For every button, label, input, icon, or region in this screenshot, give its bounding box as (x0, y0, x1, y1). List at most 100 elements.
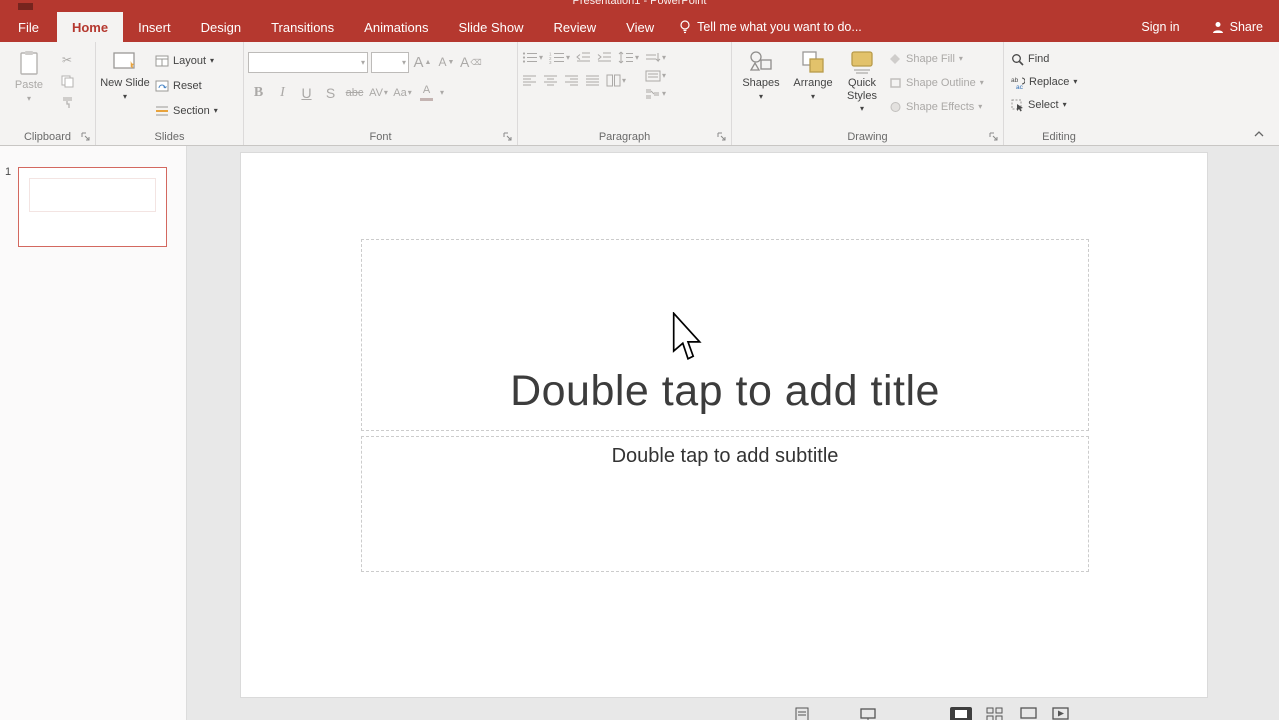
share-button[interactable]: Share (1196, 12, 1279, 42)
cut-button[interactable]: ✂ (57, 51, 77, 69)
tab-slide-show[interactable]: Slide Show (443, 12, 538, 42)
arrange-label: Arrange (793, 77, 832, 90)
numbering-button[interactable]: 123 ▾ (549, 51, 570, 64)
align-center-button[interactable] (543, 74, 558, 87)
replace-button[interactable]: abac Replace ▾ (1008, 72, 1110, 92)
format-painter-button[interactable] (57, 93, 77, 111)
select-button[interactable]: Select ▾ (1008, 95, 1110, 115)
paragraph-group-label: Paragraph (518, 131, 731, 143)
tab-view[interactable]: View (611, 12, 669, 42)
decrease-font-size-button[interactable]: A▼ (436, 51, 457, 73)
ribbon-group-drawing: Shapes ▾ Arrange ▾ Quick Styles ▾ Shape … (732, 42, 1004, 145)
sign-in-button[interactable]: Sign in (1125, 12, 1195, 42)
quick-styles-button[interactable]: Quick Styles ▾ (840, 47, 884, 117)
svg-text:ab: ab (1011, 77, 1019, 84)
tab-review[interactable]: Review (539, 12, 612, 42)
columns-button[interactable]: ▾ (606, 74, 626, 87)
text-shadow-button[interactable]: S (320, 82, 341, 104)
chevron-down-icon: ▾ (978, 103, 982, 111)
tab-file[interactable]: File (0, 12, 57, 42)
tab-animations[interactable]: Animations (349, 12, 443, 42)
shape-fill-label: Shape Fill (906, 53, 955, 65)
clipboard-group-label: Clipboard (0, 131, 95, 143)
font-size-combo[interactable]: ▾ (371, 52, 409, 73)
display-settings-button[interactable] (860, 707, 876, 720)
tab-insert[interactable]: Insert (123, 12, 186, 42)
font-group-label: Font (244, 131, 517, 143)
align-left-button[interactable] (522, 74, 537, 87)
font-color-swatch (420, 98, 433, 101)
underline-button[interactable]: U (296, 82, 317, 104)
chevron-down-icon: ▾ (214, 107, 218, 115)
chevron-down-icon: ▾ (1073, 78, 1077, 86)
arrange-button[interactable]: Arrange ▾ (788, 47, 838, 117)
reset-button[interactable]: Reset (152, 76, 221, 96)
slides-group-label: Slides (96, 131, 243, 143)
slide-show-button[interactable] (1052, 707, 1069, 720)
ribbon-group-font: ▾ ▾ A▲ A▼ A⌫ B I U S abc AV▾ Aa▾ A ▾ Fon… (244, 42, 518, 145)
increase-indent-button[interactable] (597, 51, 612, 64)
bold-button[interactable]: B (248, 82, 269, 104)
shape-effects-label: Shape Effects (906, 101, 974, 113)
normal-view-button[interactable] (950, 707, 972, 720)
chevron-down-icon: ▾ (1063, 101, 1067, 109)
decrease-indent-button[interactable] (576, 51, 591, 64)
ribbon-group-clipboard: Paste ▾ ✂ Clipboard (0, 42, 96, 145)
font-color-button[interactable]: A (416, 82, 437, 104)
title-placeholder-text: Double tap to add title (510, 367, 940, 416)
reading-view-button[interactable] (1020, 707, 1037, 720)
shapes-button[interactable]: Shapes ▾ (736, 47, 786, 117)
section-label: Section (173, 105, 210, 117)
section-button[interactable]: Section ▾ (152, 101, 221, 121)
new-slide-button[interactable]: New Slide ▾ (100, 47, 150, 121)
shape-effects-button[interactable]: Shape Effects ▾ (886, 97, 987, 117)
slide-sorter-view-button[interactable] (986, 707, 1003, 720)
quick-styles-label: Quick Styles (840, 77, 884, 102)
shape-fill-button[interactable]: Shape Fill ▾ (886, 49, 987, 69)
ribbon-group-paragraph: ▾ 123 ▾ ▾ (518, 42, 732, 145)
strikethrough-button[interactable]: abc (344, 82, 365, 104)
slide-canvas[interactable]: Double tap to add title Double tap to ad… (240, 152, 1208, 698)
paste-button[interactable]: Paste ▾ (4, 47, 54, 111)
title-placeholder[interactable]: Double tap to add title (361, 239, 1089, 431)
convert-to-smartart-button[interactable]: ▾ (645, 88, 666, 100)
slide-1-thumbnail[interactable] (18, 167, 167, 247)
chevron-down-icon: ▾ (123, 93, 127, 101)
tab-design[interactable]: Design (186, 12, 256, 42)
chevron-down-icon: ▾ (759, 93, 763, 101)
bullets-button[interactable]: ▾ (522, 51, 543, 64)
line-spacing-button[interactable]: ▾ (618, 51, 639, 64)
italic-button[interactable]: I (272, 82, 293, 104)
subtitle-placeholder[interactable]: Double tap to add subtitle (361, 436, 1089, 572)
clear-formatting-button[interactable]: A⌫ (460, 51, 482, 73)
chevron-down-icon: ▾ (959, 55, 963, 63)
tell-me-box[interactable]: Tell me what you want to do... (669, 12, 872, 42)
collapse-ribbon-button[interactable] (1253, 130, 1267, 140)
shapes-label: Shapes (742, 77, 779, 90)
layout-button[interactable]: Layout ▾ (152, 51, 221, 71)
text-direction-button[interactable]: ▾ (645, 52, 666, 64)
change-case-button[interactable]: Aa▾ (392, 82, 413, 104)
thumbnail-placeholder-outline (29, 178, 156, 212)
font-name-combo[interactable]: ▾ (248, 52, 368, 73)
window-title: Presentation1 - PowerPoint (0, 0, 1279, 7)
tab-home[interactable]: Home (57, 12, 123, 42)
align-right-button[interactable] (564, 74, 579, 87)
replace-label: Replace (1029, 76, 1069, 88)
workspace: 1 Double tap to add title Double tap to … (0, 146, 1279, 720)
svg-text:3: 3 (549, 60, 552, 64)
character-spacing-button[interactable]: AV▾ (368, 82, 389, 104)
notes-button[interactable] (795, 707, 809, 720)
find-button[interactable]: Find (1008, 49, 1110, 69)
increase-font-size-button[interactable]: A▲ (412, 51, 433, 73)
tab-transitions[interactable]: Transitions (256, 12, 349, 42)
reset-label: Reset (173, 80, 202, 92)
slide-thumbnail-panel[interactable]: 1 (0, 146, 187, 720)
svg-text:ac: ac (1016, 84, 1024, 89)
copy-button[interactable] (57, 72, 77, 90)
chevron-down-icon: ▾ (811, 93, 815, 101)
justify-button[interactable] (585, 74, 600, 87)
shape-outline-button[interactable]: Shape Outline ▾ (886, 73, 987, 93)
select-label: Select (1028, 99, 1059, 111)
align-text-button[interactable]: ▾ (645, 70, 666, 82)
